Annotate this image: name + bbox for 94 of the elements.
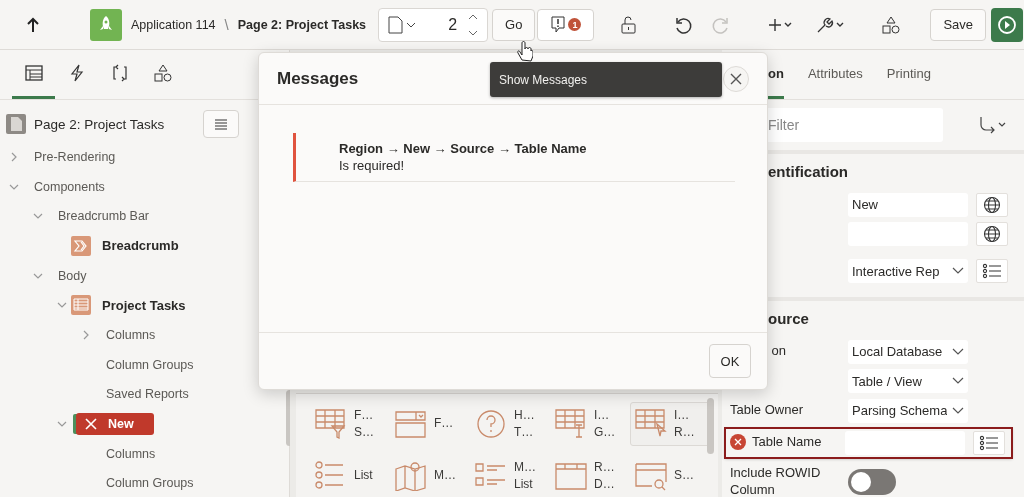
tree-item[interactable]: Components — [30, 176, 109, 197]
tooltip: Show Messages — [490, 62, 722, 97]
region-type-tile[interactable]: M… — [390, 454, 470, 497]
menu-button[interactable] — [203, 110, 240, 138]
close-button[interactable] — [723, 65, 749, 92]
tree-icon — [24, 65, 43, 81]
page-icon — [6, 114, 26, 134]
error-icon — [730, 434, 746, 451]
tree-item[interactable]: Saved Reports — [102, 384, 193, 405]
list-button[interactable] — [976, 259, 1008, 283]
property-label: on — [771, 343, 786, 361]
message-text: Is required! — [339, 158, 406, 173]
bolt-icon — [69, 64, 84, 82]
chevron-icon — [952, 347, 964, 356]
report-icon — [71, 295, 91, 316]
property-label: Include ROWID Column — [730, 464, 822, 497]
region-type-tile[interactable]: R… D… — [550, 454, 630, 497]
page-title: Page 2: Project Tasks — [237, 17, 367, 32]
ok-button[interactable]: OK — [709, 344, 751, 378]
tree-item[interactable]: Breadcrumb — [98, 235, 183, 257]
globe-icon — [983, 195, 1001, 214]
property-tab[interactable]: Printing — [886, 50, 931, 99]
tree-item[interactable]: Columns — [102, 443, 160, 464]
section-heading: ource — [767, 309, 810, 329]
tree-item[interactable]: Column Groups — [102, 473, 198, 494]
chevron-icon — [952, 377, 964, 386]
run-button[interactable] — [991, 7, 1024, 42]
tree-root[interactable]: Page 2: Project Tasks — [34, 116, 165, 132]
message-count-badge: 1 — [568, 18, 582, 31]
brackets-icon — [110, 64, 129, 82]
dialog-title: Messages — [277, 68, 359, 89]
window-icon — [555, 461, 587, 491]
text-field[interactable] — [845, 430, 965, 455]
page-selector[interactable]: 2 — [378, 7, 489, 42]
chevron-icon — [952, 267, 964, 275]
property-label: Table Name — [752, 434, 822, 451]
grid-filter-icon — [315, 409, 347, 439]
list-button[interactable] — [973, 430, 1005, 455]
chevron-icon — [952, 406, 964, 415]
tree-item[interactable]: Project Tasks — [98, 294, 190, 316]
error-icon — [84, 417, 98, 432]
region-type-tile[interactable]: H… T… — [470, 402, 550, 446]
property-label: Table Owner — [730, 402, 803, 420]
globe-button[interactable] — [976, 192, 1008, 217]
region-type-tile[interactable]: F… S… — [310, 402, 390, 446]
help-icon — [475, 409, 507, 439]
list-icon — [979, 434, 999, 451]
select-field[interactable]: Interactive Rep — [848, 259, 968, 283]
shapes-icon — [152, 63, 173, 83]
region-type-tile[interactable]: M… List — [470, 454, 550, 497]
region-type-tile[interactable]: List — [310, 454, 390, 497]
arrow-dropdown-icon[interactable] — [978, 116, 1008, 134]
list-icon — [982, 263, 1002, 279]
application-link[interactable]: Application 114 — [131, 17, 216, 32]
scrollbar[interactable] — [707, 398, 714, 454]
menu-icon — [214, 118, 229, 130]
breadcrumb-icon — [71, 235, 91, 256]
grid-pointer-icon — [635, 409, 667, 439]
region-type-tile[interactable]: I… R… — [630, 402, 710, 446]
tree-item[interactable]: Column Groups — [102, 354, 198, 375]
section-heading: entification — [767, 162, 849, 182]
region-type-tile[interactable]: F… — [390, 402, 470, 446]
play-icon — [997, 14, 1018, 35]
page-icon[interactable] — [387, 15, 418, 34]
globe-icon — [983, 225, 1001, 244]
rocket-icon[interactable] — [90, 8, 122, 41]
form-icon — [395, 409, 427, 439]
region-type-tile[interactable]: I… G… — [550, 402, 630, 446]
page-number-field[interactable]: 2 — [423, 15, 458, 34]
select-field[interactable]: Table / View — [848, 369, 968, 394]
property-tab[interactable]: Attributes — [807, 50, 863, 99]
tree-item[interactable]: Pre-Rendering — [30, 146, 120, 167]
save-button[interactable]: Save — [930, 8, 987, 41]
region-type-tile[interactable]: S… — [630, 454, 710, 497]
close-icon — [729, 71, 743, 86]
breadcrumb-separator: \ — [224, 16, 229, 33]
shapes-icon — [881, 14, 902, 35]
search-icon — [635, 461, 667, 491]
text-field[interactable]: New — [848, 192, 968, 217]
go-button[interactable]: Go — [492, 8, 536, 41]
tree-item[interactable]: Body — [54, 265, 91, 286]
map-icon — [395, 461, 427, 491]
toggle-switch[interactable] — [848, 468, 896, 495]
globe-button[interactable] — [976, 222, 1008, 247]
select-field[interactable]: Local Database — [848, 339, 968, 364]
select-field[interactable]: Parsing Schema — [848, 398, 968, 423]
alert-icon — [550, 15, 567, 34]
tree-item[interactable]: Breadcrumb Bar — [54, 206, 153, 227]
tree-item[interactable]: New — [76, 413, 154, 436]
message-path[interactable]: Region → New → Source → Table Name — [339, 141, 735, 156]
messages-button[interactable]: 1 — [537, 8, 595, 41]
tree-item[interactable]: Columns — [102, 324, 160, 345]
grid-edit-icon — [555, 409, 587, 439]
up-arrow-icon — [26, 16, 40, 33]
